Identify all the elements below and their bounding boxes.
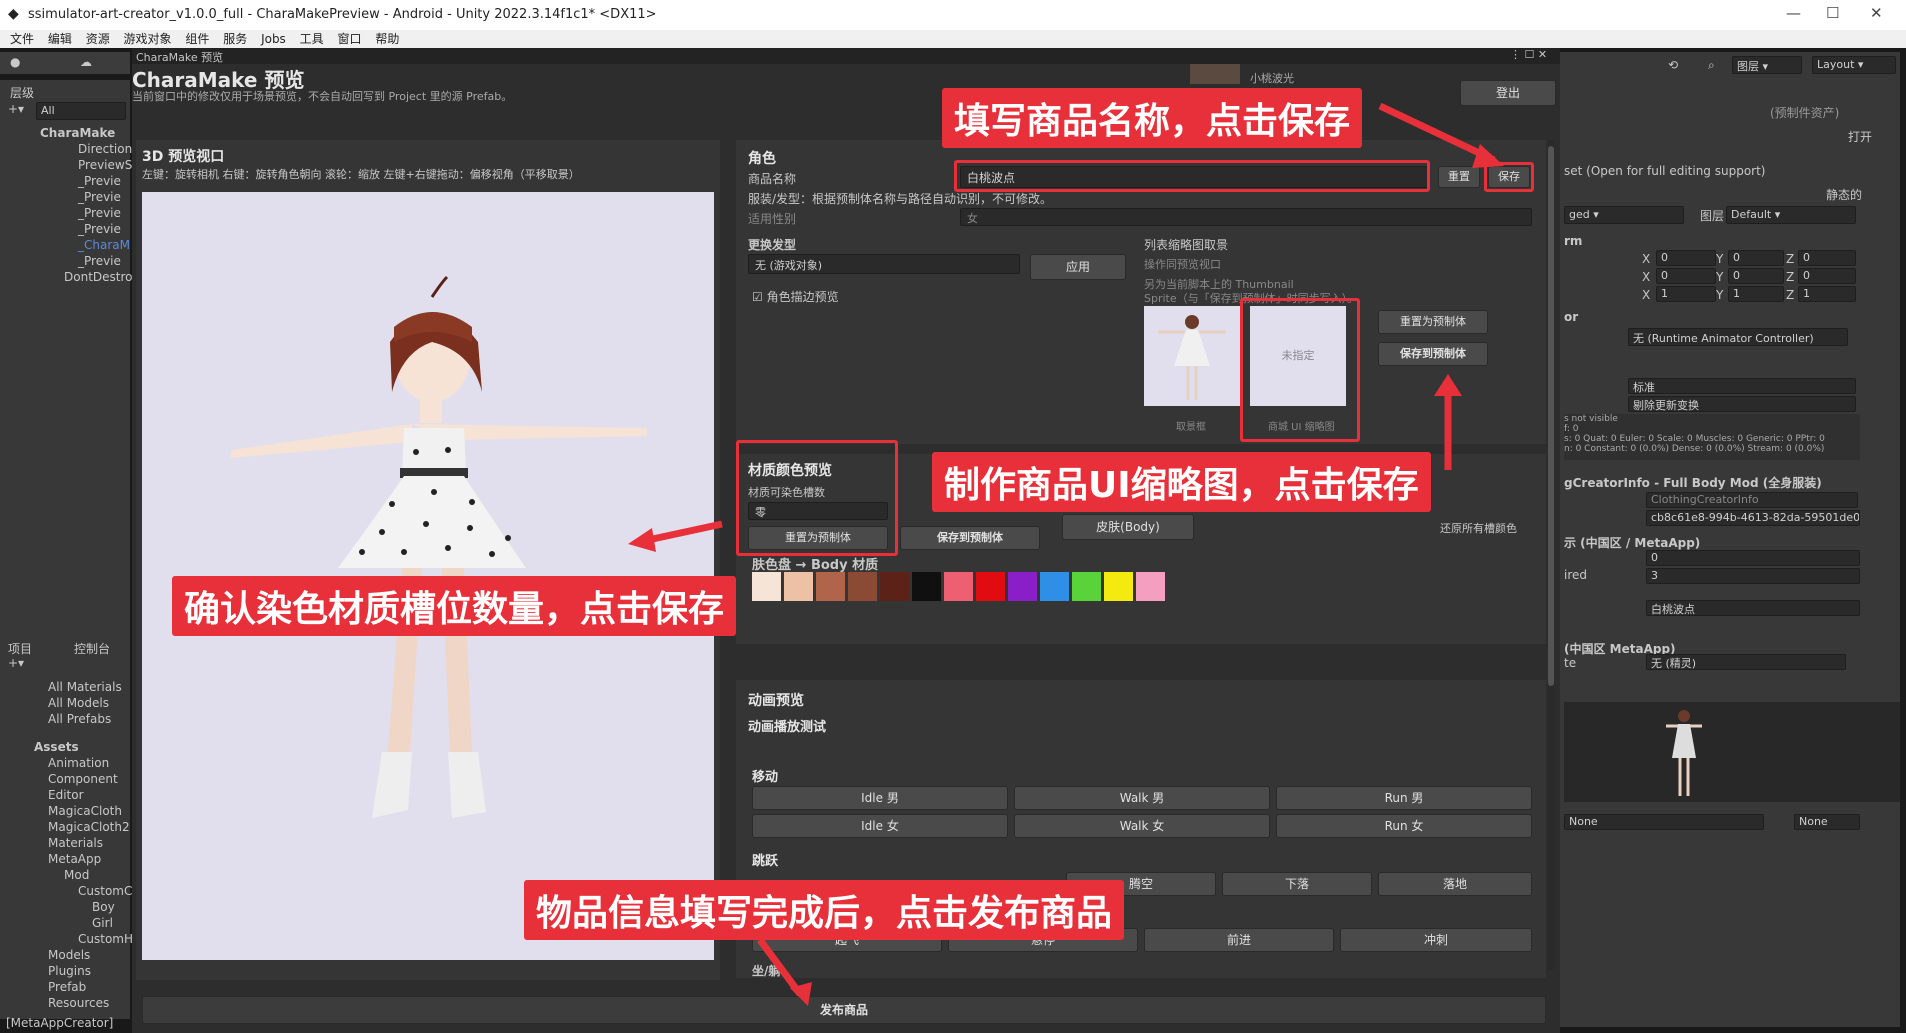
annotation-arrows: [628, 102, 1504, 1006]
